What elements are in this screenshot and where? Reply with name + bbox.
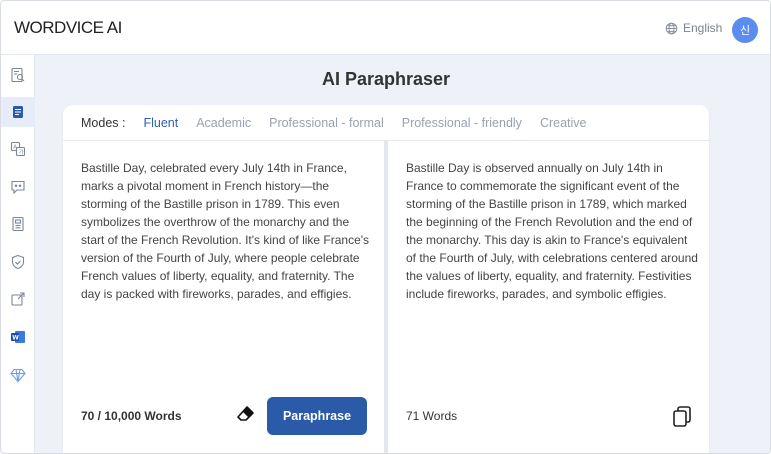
translate-icon: A 가: [10, 141, 26, 157]
sidebar-item-plagiarism[interactable]: [1, 247, 35, 277]
paraphraser-icon: [13, 106, 23, 118]
svg-text:W: W: [12, 335, 19, 342]
copy-icon[interactable]: [671, 405, 693, 429]
output-pane: Bastille Day is observed annually on Jul…: [388, 141, 709, 453]
svg-text:가: 가: [19, 148, 24, 156]
sidebar-item-paraphraser[interactable]: [1, 97, 35, 127]
modes-label: Modes :: [81, 115, 126, 130]
input-word-count: 70 / 10,000 Words: [81, 409, 182, 423]
document-search-icon: [11, 67, 25, 83]
language-selector[interactable]: English: [665, 21, 722, 35]
diamond-icon: [10, 368, 26, 383]
summary-icon: [12, 216, 24, 232]
sidebar-item-chat[interactable]: [1, 172, 35, 202]
top-bar: WORDVICE AI English 신: [1, 1, 770, 55]
sidebar-item-external-link[interactable]: [1, 284, 35, 314]
app-window: WORDVICE AI English 신 A 가 W AI Paraphras…: [0, 0, 771, 454]
mode-fluent[interactable]: Fluent: [143, 116, 178, 130]
logo-suffix: AI: [103, 18, 123, 37]
globe-icon: [665, 22, 678, 34]
mode-academic[interactable]: Academic: [196, 116, 251, 130]
input-textarea[interactable]: Bastille Day, celebrated every July 14th…: [81, 159, 371, 303]
mode-professional-formal[interactable]: Professional - formal: [269, 116, 384, 130]
input-pane: Bastille Day, celebrated every July 14th…: [63, 141, 384, 453]
output-text: Bastille Day is observed annually on Jul…: [406, 161, 698, 301]
external-link-icon: [11, 292, 25, 306]
sidebar: A 가 W: [1, 55, 35, 453]
output-word-count: 71 Words: [406, 409, 458, 423]
word-addin-icon: W: [11, 331, 25, 343]
mode-professional-friendly[interactable]: Professional - friendly: [402, 116, 522, 130]
sidebar-item-document-search[interactable]: [1, 60, 35, 90]
sidebar-item-word-addin[interactable]: W: [1, 322, 35, 352]
logo-wordmark: WORDVICE: [14, 18, 104, 37]
page-title: AI Paraphraser: [321, 69, 451, 89]
chat-icon: [11, 180, 25, 195]
eraser-icon[interactable]: [236, 405, 256, 423]
plagiarism-shield-icon: [11, 254, 25, 270]
sidebar-item-summary[interactable]: [1, 209, 35, 239]
sidebar-item-premium[interactable]: [1, 360, 35, 390]
paraphrase-button[interactable]: Paraphrase: [267, 397, 367, 435]
mode-creative[interactable]: Creative: [540, 116, 587, 130]
logo[interactable]: WORDVICE AI: [14, 18, 122, 38]
modes-bar: Modes : Fluent Academic Professional - f…: [63, 105, 709, 141]
avatar[interactable]: 신: [732, 17, 758, 43]
paraphraser-card: Modes : Fluent Academic Professional - f…: [63, 105, 709, 453]
sidebar-item-translate[interactable]: A 가: [1, 134, 35, 164]
svg-text:A: A: [13, 145, 17, 151]
language-label: English: [683, 21, 723, 35]
